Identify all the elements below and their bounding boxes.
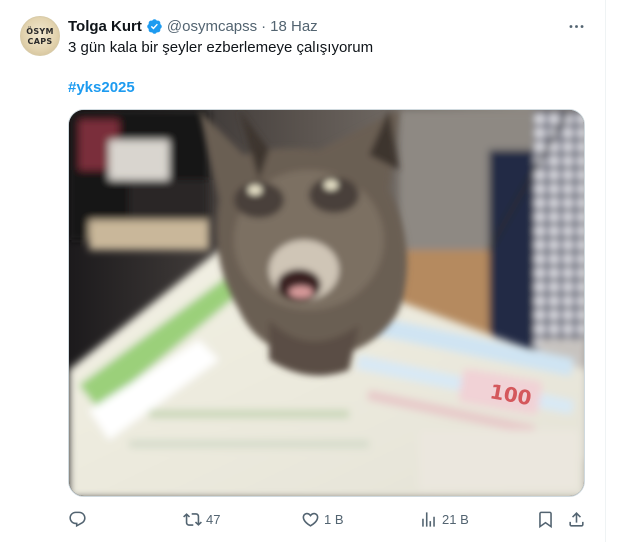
photo-illustration: 100 xyxy=(69,110,584,496)
hashtag-link[interactable]: #yks2025 xyxy=(68,78,135,98)
author-avatar[interactable]: ÖSYM CAPS xyxy=(20,16,60,56)
bookmark-icon xyxy=(539,511,552,528)
separator-dot: · xyxy=(261,17,267,35)
tweet-text: 3 gün kala bir şeyler ezberlemeye çalışı… xyxy=(68,39,374,56)
tweet-header: Tolga Kurt @osymcapss · 18 Haz xyxy=(68,16,318,36)
reply-icon xyxy=(69,511,86,527)
share-button[interactable] xyxy=(567,506,586,532)
share-icon xyxy=(569,511,584,527)
retweet-button[interactable]: 47 xyxy=(183,506,220,532)
tweet-photo[interactable]: 100 xyxy=(68,109,585,497)
retweet-icon xyxy=(183,512,202,526)
heart-icon xyxy=(302,512,319,527)
more-horizontal-icon[interactable] xyxy=(565,16,587,36)
author-name[interactable]: Tolga Kurt xyxy=(68,18,142,35)
tweet-actions: 47 1 B 21 B xyxy=(68,506,588,532)
tweet-date[interactable]: 18 Haz xyxy=(270,18,318,35)
bookmark-button[interactable] xyxy=(536,506,555,532)
reply-button[interactable] xyxy=(68,506,87,532)
verified-badge-icon[interactable] xyxy=(146,18,163,35)
retweet-count: 47 xyxy=(206,511,221,527)
views-count: 21 B xyxy=(442,511,469,527)
like-button[interactable]: 1 B xyxy=(301,506,344,532)
analytics-icon xyxy=(422,511,435,527)
avatar-logo-bottom: CAPS xyxy=(27,37,53,46)
like-count: 1 B xyxy=(324,511,344,527)
tweet-card[interactable]: ÖSYM CAPS Tolga Kurt @osymcapss · 18 Haz… xyxy=(0,0,606,542)
author-handle[interactable]: @osymcapss xyxy=(167,18,257,35)
avatar-logo-top: ÖSYM xyxy=(26,27,54,36)
views-button[interactable]: 21 B xyxy=(419,506,469,532)
